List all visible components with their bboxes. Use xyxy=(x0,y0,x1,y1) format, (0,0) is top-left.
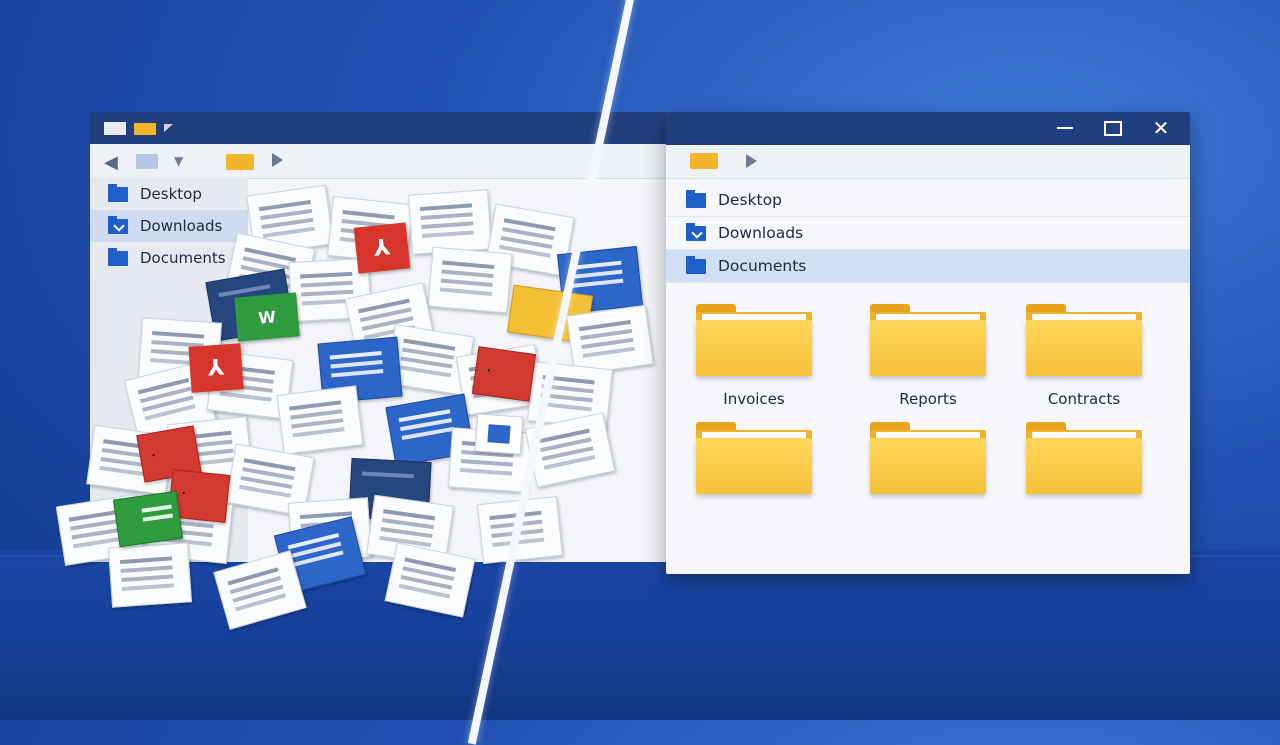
sidebar-item-desktop[interactable]: Desktop xyxy=(666,184,1190,217)
document-icon xyxy=(108,542,192,608)
right-navbar xyxy=(666,145,1190,179)
folder-label: Contracts xyxy=(1047,390,1121,408)
minimize-icon xyxy=(1057,127,1073,129)
folder-item[interactable] xyxy=(870,420,986,508)
folder-icon xyxy=(870,422,986,494)
maximize-button[interactable] xyxy=(1098,118,1128,138)
close-icon: ✕ xyxy=(1152,116,1170,140)
document-icon xyxy=(566,304,654,376)
pdf-icon: ⅄ xyxy=(188,343,244,393)
video-file-icon xyxy=(474,413,524,455)
download-folder-icon xyxy=(686,222,706,241)
folder-label: Invoices xyxy=(723,390,785,408)
folder-icon xyxy=(1026,304,1142,376)
sidebar-item-documents[interactable]: Documents xyxy=(666,250,1190,283)
close-button[interactable]: ✕ xyxy=(1146,118,1176,138)
spreadsheet-icon xyxy=(112,490,184,548)
folder-icon xyxy=(690,153,718,169)
sidebar-item-label: Downloads xyxy=(718,224,804,242)
sidebar-item-label: Desktop xyxy=(718,191,782,209)
view-icon[interactable] xyxy=(136,154,158,169)
minimize-button[interactable] xyxy=(1050,118,1080,138)
window-icon xyxy=(104,122,126,135)
sidebar-item-downloads[interactable]: Downloads xyxy=(666,217,1190,250)
folder-invoices[interactable]: Invoices xyxy=(696,302,812,408)
chevron-down-icon[interactable]: ▼ xyxy=(174,154,183,168)
folder-icon xyxy=(226,154,254,170)
word-document-icon: W xyxy=(234,292,300,342)
maximize-icon xyxy=(1104,120,1122,136)
folder-contracts[interactable]: Contracts xyxy=(1026,302,1142,408)
folder-icon xyxy=(686,189,706,208)
folder-icon xyxy=(870,304,986,376)
document-pile: ⅄ ⅄ W xyxy=(30,180,654,630)
document-icon xyxy=(427,246,513,314)
folder-grid: Invoices Reports Contracts xyxy=(666,292,1190,572)
document-icon xyxy=(408,189,492,255)
folder-icon xyxy=(696,422,812,494)
document-icon xyxy=(276,385,364,455)
folder-item[interactable] xyxy=(1026,420,1142,508)
right-titlebar: ✕ xyxy=(666,112,1190,145)
quick-access-arrow-icon[interactable] xyxy=(164,124,173,132)
right-sidebar-list: Desktop Downloads Documents xyxy=(666,184,1190,283)
folder-icon xyxy=(134,123,156,135)
folder-icon xyxy=(1026,422,1142,494)
pdf-icon: ⅄ xyxy=(353,222,411,274)
back-arrow-icon[interactable]: ◀ xyxy=(104,152,118,173)
folder-label: Reports xyxy=(899,390,957,408)
folder-icon xyxy=(696,304,812,376)
folder-icon xyxy=(686,255,706,274)
chevron-right-icon[interactable] xyxy=(272,153,283,167)
document-red-icon xyxy=(471,346,537,402)
folder-item[interactable] xyxy=(696,420,812,508)
sidebar-item-label: Documents xyxy=(718,257,807,275)
folder-reports[interactable]: Reports xyxy=(870,302,986,408)
chevron-right-icon[interactable] xyxy=(746,154,757,168)
organized-file-window: ✕ Desktop Downloads Documents Invoices R… xyxy=(666,112,1190,574)
